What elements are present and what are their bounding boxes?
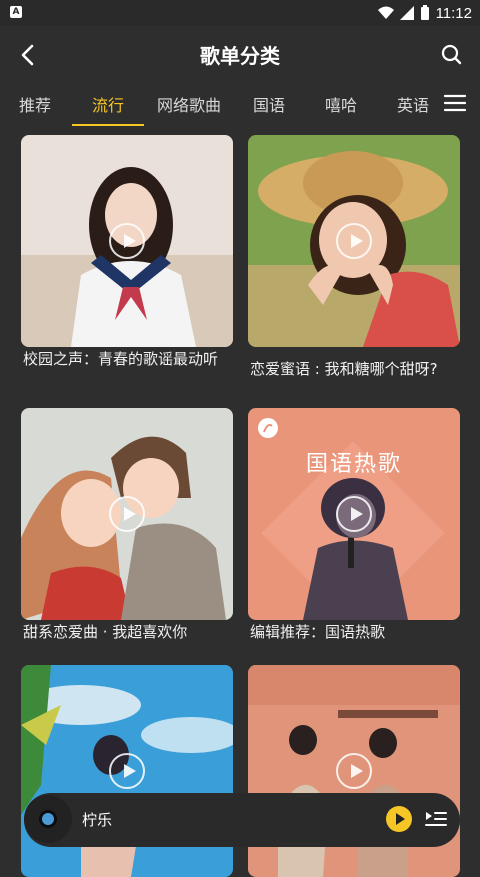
playlist-cover[interactable] [21, 135, 233, 347]
status-icons: 11:12 [377, 3, 472, 23]
search-icon[interactable] [436, 39, 468, 71]
playlist-title: 甜系恋爱曲 · 我超喜欢你 [23, 623, 188, 641]
tab-recommend[interactable]: 推荐 [19, 92, 51, 116]
category-tabs: 推荐 流行 网络歌曲 国语 嘻哈 英语 [0, 84, 480, 128]
active-tab-indicator [72, 124, 144, 126]
wifi-icon [377, 6, 394, 19]
play-icon[interactable] [336, 496, 372, 532]
playlist-title: 编辑推荐：国语热歌 [250, 623, 386, 641]
tab-popular[interactable]: 流行 [92, 92, 124, 116]
status-bar: A 11:12 [0, 0, 480, 26]
playlist-cover[interactable] [21, 408, 233, 620]
cover-text: 国语热歌 [305, 452, 402, 477]
now-playing-title: 柠乐 [82, 811, 113, 829]
battery-icon [420, 5, 429, 20]
tab-mandarin[interactable]: 国语 [253, 92, 285, 116]
tab-internet-songs[interactable]: 网络歌曲 [157, 92, 221, 116]
mini-player[interactable]: 柠乐 [24, 793, 460, 847]
play-icon[interactable] [109, 753, 145, 789]
playlist-icon[interactable] [422, 805, 450, 833]
play-icon[interactable] [386, 806, 412, 832]
page-title: 歌单分类 [200, 44, 280, 68]
playlist-title: 恋爱蜜语 : 我和糖哪个甜呀? [250, 360, 438, 378]
status-time: 11:12 [435, 4, 472, 22]
tab-english[interactable]: 英语 [397, 92, 429, 116]
play-icon[interactable] [109, 223, 145, 259]
play-icon[interactable] [109, 496, 145, 532]
signal-icon [399, 6, 414, 20]
album-disc-center [42, 813, 54, 825]
play-icon[interactable] [336, 753, 372, 789]
tab-hiphop[interactable]: 嘻哈 [325, 92, 357, 116]
header: 歌单分类 [0, 26, 480, 84]
playlist-cover[interactable] [248, 135, 460, 347]
album-disc[interactable] [24, 795, 72, 843]
menu-icon[interactable] [442, 90, 468, 116]
notification-icon: A [10, 6, 22, 18]
playlist-title: 校园之声：青春的歌谣最动听 [23, 350, 219, 368]
play-icon[interactable] [336, 223, 372, 259]
playlist-cover[interactable]: 国语热歌 [248, 408, 460, 620]
